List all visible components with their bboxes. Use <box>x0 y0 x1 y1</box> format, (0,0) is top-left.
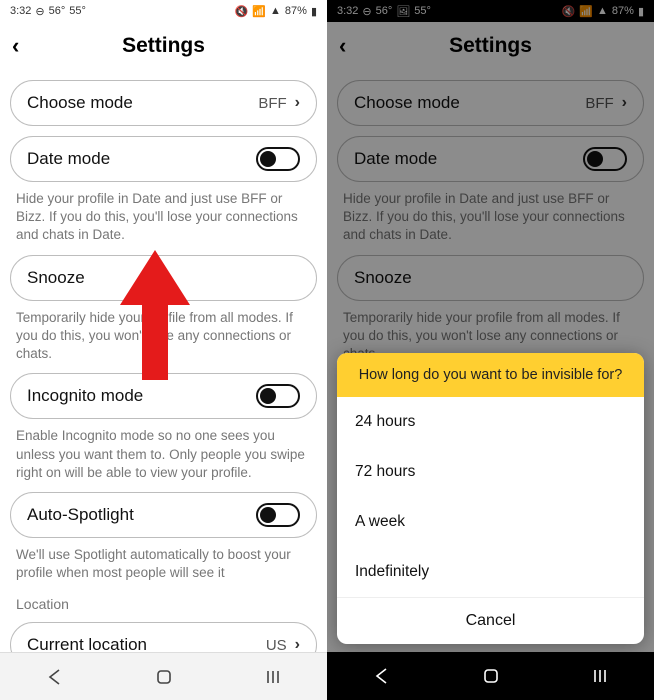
nav-recent[interactable] <box>560 660 640 692</box>
row-label: Date mode <box>27 149 110 169</box>
row-label: Choose mode <box>27 93 133 113</box>
status-time: 3:32 <box>10 5 31 17</box>
row-value: BFF <box>258 95 286 112</box>
status-battery: 87% <box>285 5 307 17</box>
desc-snooze: Temporarily hide your profile from all m… <box>10 301 317 364</box>
android-navbar <box>327 652 654 700</box>
row-label: Incognito mode <box>27 386 143 406</box>
wifi-icon: 📶 <box>252 5 266 18</box>
cancel-button[interactable]: Cancel <box>337 597 644 644</box>
phone-right: 3:32 ⊖ 56° 🖼 55° 🔇 📶 ▲ 87% ▮ ‹ Settings … <box>327 0 654 700</box>
header: ‹ Settings <box>0 22 327 70</box>
nav-back[interactable] <box>15 661 95 693</box>
status-temp2: 55° <box>69 5 86 17</box>
row-label: Snooze <box>27 268 85 288</box>
nav-back[interactable] <box>342 660 422 692</box>
row-choose-mode[interactable]: Choose mode BFF › <box>10 80 317 126</box>
toggle-incognito[interactable] <box>256 384 300 408</box>
page-title: Settings <box>122 34 205 58</box>
snooze-duration-sheet: How long do you want to be invisible for… <box>337 353 644 644</box>
nav-home[interactable] <box>451 660 531 692</box>
signal-icon: ▲ <box>270 5 281 17</box>
row-label: Auto-Spotlight <box>27 505 134 525</box>
section-location: Location <box>10 582 317 612</box>
status-bar: 3:32 ⊖ 56° 55° 🔇 📶 ▲ 87% ▮ <box>0 0 327 22</box>
row-snooze[interactable]: Snooze <box>10 255 317 301</box>
row-date-mode[interactable]: Date mode <box>10 136 317 182</box>
mute-icon: 🔇 <box>235 5 249 18</box>
toggle-auto-spotlight[interactable] <box>256 503 300 527</box>
row-auto-spotlight[interactable]: Auto-Spotlight <box>10 492 317 538</box>
chevron-right-icon: › <box>295 94 300 112</box>
back-button[interactable]: ‹ <box>12 33 19 59</box>
desc-date-mode: Hide your profile in Date and just use B… <box>10 182 317 245</box>
desc-auto-spotlight: We'll use Spotlight automatically to boo… <box>10 538 317 582</box>
option-24-hours[interactable]: 24 hours <box>337 397 644 447</box>
option-indefinitely[interactable]: Indefinitely <box>337 547 644 597</box>
status-temp1: 56° <box>49 5 66 17</box>
android-navbar <box>0 652 327 700</box>
battery-icon: ▮ <box>311 5 317 18</box>
phone-left: 3:32 ⊖ 56° 55° 🔇 📶 ▲ 87% ▮ ‹ Settings Ch… <box>0 0 327 700</box>
dnd-icon: ⊖ <box>35 5 44 18</box>
toggle-date-mode[interactable] <box>256 147 300 171</box>
sheet-title: How long do you want to be invisible for… <box>337 353 644 397</box>
option-72-hours[interactable]: 72 hours <box>337 447 644 497</box>
nav-home[interactable] <box>124 661 204 693</box>
option-a-week[interactable]: A week <box>337 497 644 547</box>
row-incognito[interactable]: Incognito mode <box>10 373 317 419</box>
settings-list[interactable]: Choose mode BFF › Date mode Hide your pr… <box>0 80 327 700</box>
nav-recent[interactable] <box>233 661 313 693</box>
desc-incognito: Enable Incognito mode so no one sees you… <box>10 419 317 482</box>
